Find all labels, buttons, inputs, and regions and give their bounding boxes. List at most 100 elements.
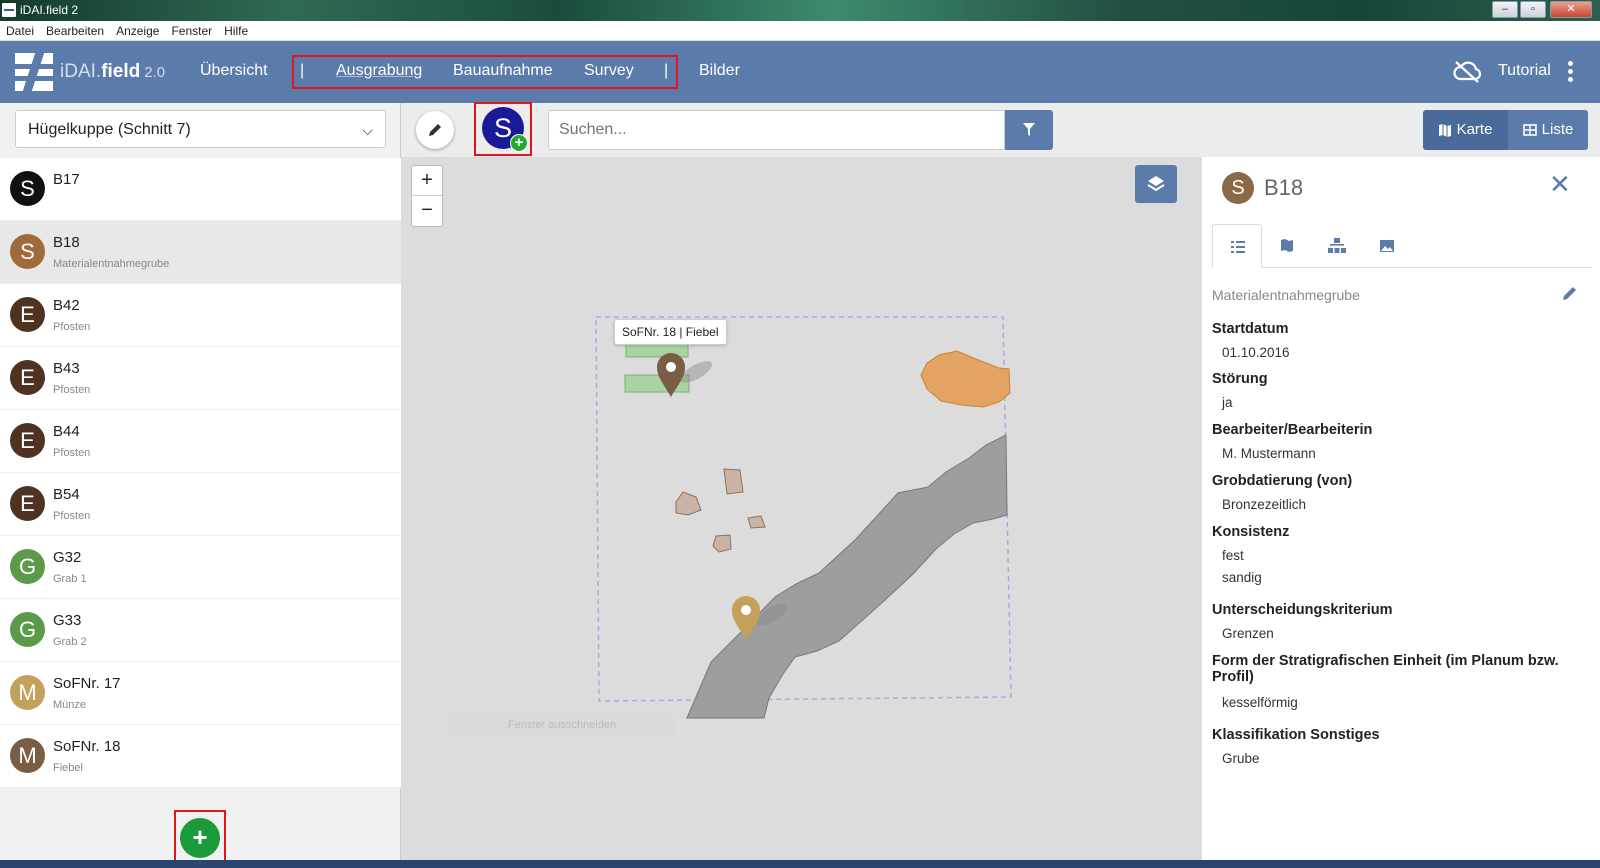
orange-feature[interactable] [920, 350, 1011, 408]
list-item[interactable]: E B44 Pfosten [0, 410, 401, 473]
field-label: Störung [1212, 371, 1268, 387]
detail-title: B18 [1264, 175, 1304, 200]
brown-feature-1[interactable] [723, 468, 744, 495]
item-identifier: B44 [53, 423, 80, 440]
list-item[interactable]: G G32 Grab 1 [0, 536, 401, 599]
tab-geometry[interactable] [1262, 224, 1312, 268]
item-short-description: Pfosten [53, 447, 91, 459]
map-area[interactable]: + − SoFNr. 18 | Fiebel Fenster ausschnei… [401, 157, 1201, 868]
window-title: iDAI.field 2 [20, 3, 79, 17]
map-tooltip: SoFNr. 18 | Fiebel [614, 319, 727, 345]
type-avatar: E [10, 360, 45, 395]
list-view-button[interactable]: Liste [1507, 110, 1588, 150]
field-label: Form der Stratigrafischen Einheit (im Pl… [1212, 653, 1559, 685]
menu-datei[interactable]: Datei [0, 21, 40, 40]
type-avatar: E [10, 423, 45, 458]
zoom-in-button[interactable]: + [412, 166, 442, 196]
item-short-description: Grab 1 [53, 573, 87, 585]
brown-feature-4[interactable] [712, 534, 732, 553]
pencil-icon [429, 124, 441, 136]
menu-bearbeiten[interactable]: Bearbeiten [40, 21, 110, 40]
item-identifier: B42 [53, 297, 80, 314]
filter-button[interactable] [1005, 110, 1053, 150]
map-view-button[interactable]: Karte [1423, 110, 1507, 150]
field-value: fest [1222, 548, 1244, 563]
nav-images[interactable]: Bilder [699, 62, 740, 80]
close-icon[interactable]: ✕ [1549, 169, 1571, 200]
resource-list: S B17 S B18 Materialentnahmegrube E B42 Pfosten… [0, 158, 401, 788]
nav-tab-ausgrabung[interactable]: Ausgrabung [336, 62, 422, 80]
list-item[interactable]: S B17 [0, 158, 401, 221]
field-label: Unterscheidungskriterium [1212, 602, 1393, 618]
field-value: M. Mustermann [1222, 446, 1316, 461]
field-label: Bearbeiter/Bearbeiterin [1212, 422, 1373, 438]
item-identifier: B17 [53, 171, 80, 188]
brand-light: iDAI. [60, 61, 102, 82]
item-short-description: Pfosten [53, 510, 91, 522]
item-short-description: Münze [53, 699, 87, 711]
nav-overview[interactable]: Übersicht [200, 62, 268, 80]
type-letter: S [493, 113, 512, 143]
table-icon [1522, 124, 1537, 136]
field-value: kesselförmig [1222, 695, 1298, 710]
field-label: Klassifikation Sonstiges [1212, 727, 1380, 743]
filter-icon [1023, 123, 1035, 136]
list-item[interactable]: M SoFNr. 17 Münze [0, 662, 401, 725]
field-value: 01.10.2016 [1222, 345, 1290, 360]
type-avatar: M [10, 738, 45, 773]
tutorial-link[interactable]: Tutorial [1498, 62, 1551, 80]
map-canvas[interactable] [401, 157, 1201, 868]
layers-icon [1147, 176, 1165, 192]
brand-version: 2.0 [144, 64, 166, 81]
type-avatar: M [10, 675, 45, 710]
brown-feature-2[interactable] [675, 491, 702, 516]
close-window-button[interactable]: ✕ [1550, 1, 1592, 18]
maximize-button[interactable]: ▫ [1520, 1, 1546, 18]
type-avatar: E [10, 486, 45, 521]
plus-icon: + [510, 134, 528, 152]
list-item[interactable]: E B42 Pfosten [0, 284, 401, 347]
item-identifier: SoFNr. 17 [53, 675, 121, 692]
operation-select[interactable]: Hügelkuppe (Schnitt 7) ⌵ [15, 110, 386, 148]
list-item[interactable]: S B18 Materialentnahmegrube [0, 221, 401, 284]
type-filter-button[interactable]: S + [482, 107, 528, 152]
layers-button[interactable] [1135, 165, 1177, 203]
menu-hilfe[interactable]: Hilfe [218, 21, 254, 40]
cloud-off-icon[interactable] [1452, 59, 1482, 83]
field-value: ja [1222, 395, 1233, 410]
edit-pencil-icon[interactable] [1560, 283, 1580, 303]
brown-feature-3[interactable] [747, 515, 766, 529]
menu-fenster[interactable]: Fenster [165, 21, 218, 40]
field-label: Grobdatierung (von) [1212, 473, 1353, 489]
item-short-description: Pfosten [53, 321, 91, 333]
brand-name: iDAI.field 2.0 [60, 61, 165, 83]
tab-hierarchy[interactable] [1312, 224, 1362, 268]
item-identifier: B43 [53, 360, 80, 377]
field-value: sandig [1222, 570, 1262, 585]
search-input[interactable] [548, 110, 1005, 150]
minimize-button[interactable]: – [1492, 1, 1518, 18]
resource-list-panel: Hügelkuppe (Schnitt 7) ⌵ S B17 S B18 Materia… [0, 103, 401, 868]
edit-geometry-button[interactable] [416, 111, 454, 149]
more-menu-icon[interactable] [1568, 59, 1574, 85]
list-item[interactable]: G G33 Grab 2 [0, 599, 401, 662]
type-avatar: E [10, 297, 45, 332]
list-item[interactable]: M SoFNr. 18 Fiebel [0, 725, 401, 788]
item-short-description: Fiebel [53, 762, 83, 774]
list-item[interactable]: E B54 Pfosten [0, 473, 401, 536]
navbar: iDAI.field 2.0 Übersicht | Ausgrabung Bau… [0, 41, 1600, 103]
item-short-description: Pfosten [53, 384, 91, 396]
detail-avatar: S [1222, 172, 1254, 204]
type-avatar: G [10, 612, 45, 647]
list-icon [1231, 241, 1245, 253]
tab-images[interactable] [1362, 224, 1412, 268]
add-resource-button[interactable]: + [180, 818, 220, 858]
type-avatar: G [10, 549, 45, 584]
tab-fields[interactable] [1212, 224, 1262, 268]
nav-tab-survey[interactable]: Survey [584, 62, 634, 80]
list-item[interactable]: E B43 Pfosten [0, 347, 401, 410]
zoom-out-button[interactable]: − [412, 196, 442, 226]
nav-tab-bauaufnahme[interactable]: Bauaufnahme [453, 62, 553, 80]
menu-anzeige[interactable]: Anzeige [110, 21, 165, 40]
cutout-window-button[interactable]: Fenster ausschneiden [449, 714, 675, 736]
